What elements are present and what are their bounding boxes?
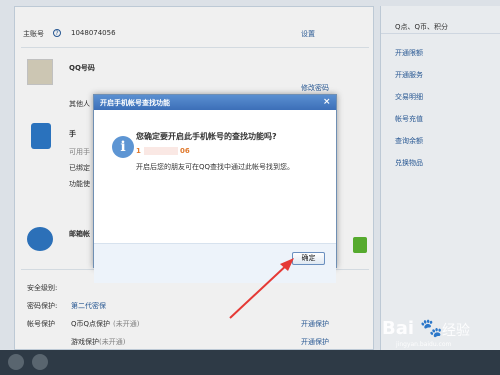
phone-start: 1 xyxy=(136,147,141,155)
dialog-titlebar: 开启手机帐号查找功能 × xyxy=(94,95,336,110)
page: 主账号 ? 1048074056 设置 QQ号码 其他人 修改密码 手 可用手 … xyxy=(0,0,500,375)
close-icon[interactable]: × xyxy=(323,97,331,107)
dialog-question: 您确定要开启此手机帐号的查找功能吗? xyxy=(136,132,277,141)
watermark-url: jingyan.baidu.com xyxy=(396,341,452,348)
info-icon: i xyxy=(112,136,134,158)
dialog-description: 开启后您的朋友可在QQ查找中通过此帐号找到您。 xyxy=(136,163,295,171)
taskbar xyxy=(0,350,500,375)
dialog-footer: 确定 xyxy=(94,243,336,283)
phone-redaction xyxy=(144,147,178,155)
paw-icon: 🐾 xyxy=(420,318,443,339)
phone-end: 06 xyxy=(180,147,190,155)
find-phone-dialog: 开启手机帐号查找功能 × i 您确定要开启此手机帐号的查找功能吗? 1 06 开… xyxy=(93,94,337,283)
dialog-title: 开启手机帐号查找功能 xyxy=(100,99,170,107)
confirm-button[interactable]: 确定 xyxy=(292,252,325,265)
taskbar-app-icon[interactable] xyxy=(32,354,48,370)
start-icon[interactable] xyxy=(8,354,24,370)
dialog-body: i 您确定要开启此手机帐号的查找功能吗? 1 06 开启后您的朋友可在QQ查找中… xyxy=(94,110,336,283)
watermark-text: 经验 xyxy=(442,323,470,339)
watermark-logo: Bai xyxy=(382,318,415,339)
